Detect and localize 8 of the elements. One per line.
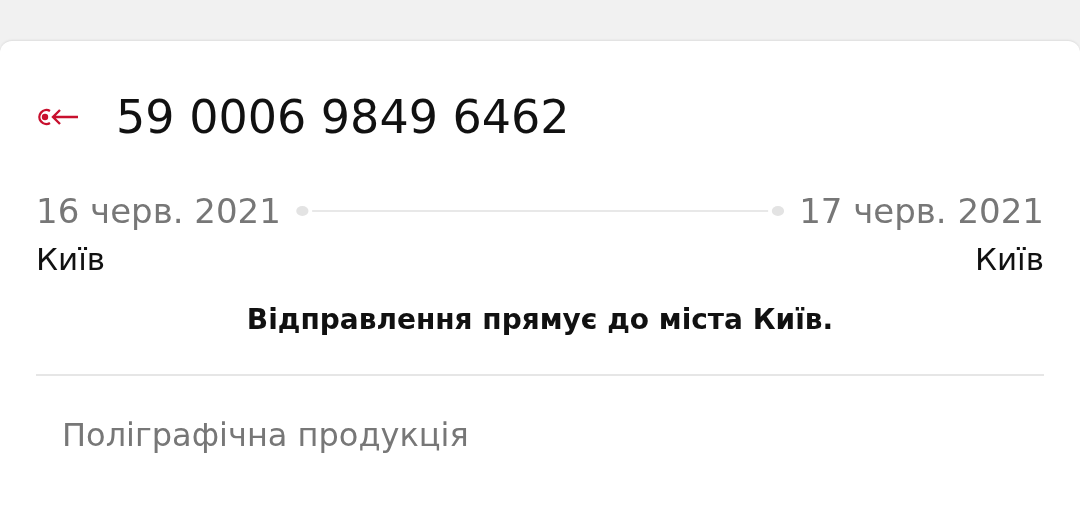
departure-date: 16 черв. 2021 xyxy=(36,191,281,231)
tracking-number: 59 0006 9849 6462 xyxy=(116,90,570,144)
status-message: Відправлення прямує до міста Київ. xyxy=(245,303,835,336)
arrival-city: Київ xyxy=(974,241,1044,277)
incoming-parcel-icon xyxy=(36,106,80,128)
arrival-date: 17 черв. 2021 xyxy=(799,191,1044,231)
departure-city: Київ xyxy=(36,241,106,277)
shipment-category: Поліграфічна продукція xyxy=(61,416,470,454)
